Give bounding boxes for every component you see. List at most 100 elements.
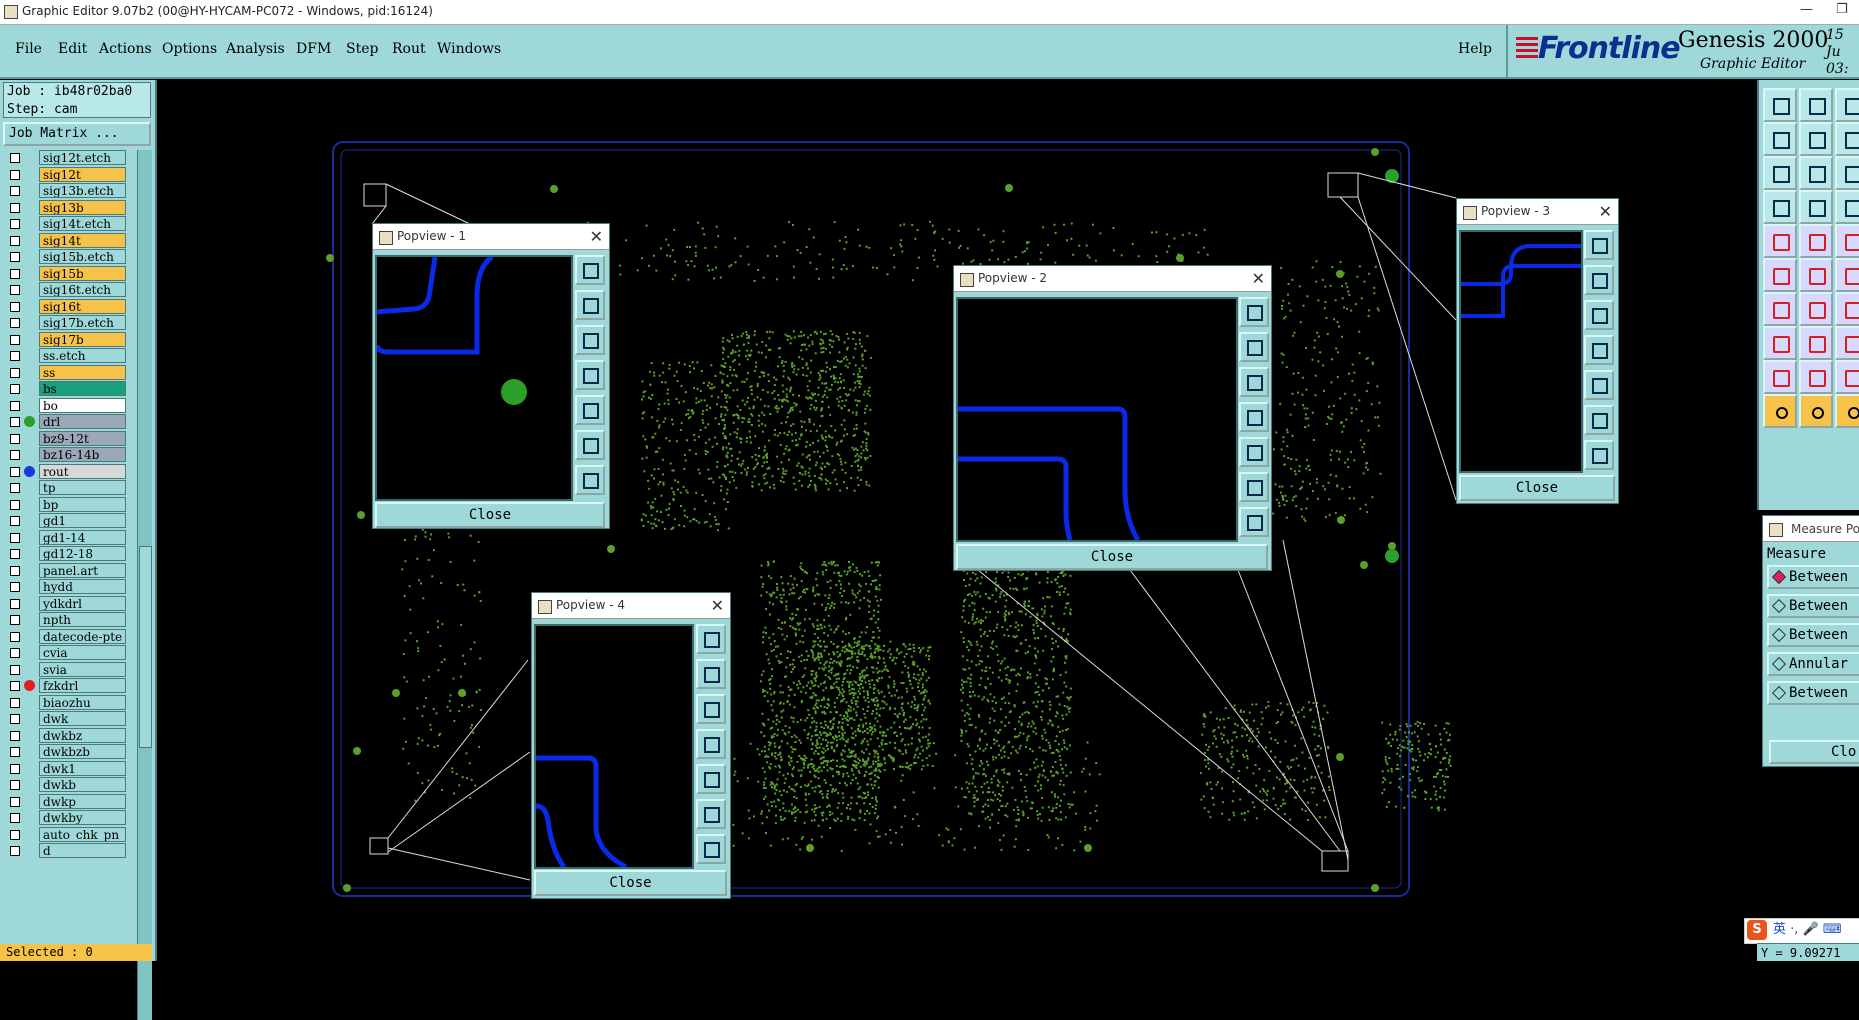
layer-checkbox[interactable] [10,500,20,510]
layer-row[interactable]: sig17b [3,332,128,347]
popview-4-close-button[interactable]: Close [534,870,727,896]
popview-3-titlebar[interactable]: Popview - 3 ✕ [1457,199,1618,225]
layer-name[interactable]: dwkp [39,794,126,809]
menu-windows[interactable]: Windows [437,41,501,57]
popview-2[interactable]: Popview - 2 ✕ Close [953,265,1272,571]
layer-checkbox[interactable] [10,417,20,427]
zoom-out-icon[interactable] [1584,440,1614,470]
layer-name[interactable]: sig15b [39,266,126,281]
zoom-in-icon[interactable] [696,799,726,829]
menu-edit[interactable]: Edit [58,41,87,57]
layer-row[interactable]: auto_chk_pn [3,827,128,842]
layer-checkbox[interactable] [10,302,20,312]
layer-checkbox[interactable] [10,714,20,724]
layer-name[interactable]: ss [39,365,126,380]
layer-row[interactable]: tp [3,480,128,495]
popview-2-close-button[interactable]: Close [956,544,1268,570]
menu-dfm[interactable]: DFM [296,41,331,57]
layer-row[interactable]: ss.etch [3,348,128,363]
layer-row[interactable]: sig13b [3,200,128,215]
layer-name[interactable]: sig13b [39,200,126,215]
zoom-out-icon[interactable] [575,465,605,495]
layer-checkbox[interactable] [10,170,20,180]
layer-name[interactable]: rout [39,464,126,479]
layer-name[interactable]: sig16t.etch [39,282,126,297]
layer-name[interactable]: bp [39,497,126,512]
layer-checkbox[interactable] [10,582,20,592]
pan-up-icon[interactable] [575,290,605,320]
popview-4-view[interactable] [534,624,694,869]
layer-checkbox[interactable] [10,747,20,757]
zoom-fit-icon[interactable] [1239,297,1269,327]
layer-name[interactable]: dwk1 [39,761,126,776]
layer-row[interactable]: sig15b.etch [3,249,128,264]
popview-2-view[interactable] [956,297,1238,542]
restore-icon[interactable]: ❐ [1836,2,1848,17]
layer-row[interactable]: sig14t.etch [3,216,128,231]
zoom-out-icon[interactable] [696,834,726,864]
layer-row[interactable]: ydkdrl [3,596,128,611]
layer-name[interactable]: sig14t.etch [39,216,126,231]
layer-name[interactable]: gd12-18 [39,546,126,561]
layer-checkbox[interactable] [10,186,20,196]
layer-name[interactable]: sig17b.etch [39,315,126,330]
menu-analysis[interactable]: Analysis [226,41,285,57]
pan-down-icon[interactable] [1239,367,1269,397]
popview-1-close-button[interactable]: Close [375,502,605,528]
layer-name[interactable]: sig12t.etch [39,150,126,165]
layer-row[interactable]: sig12t [3,167,128,182]
popview-1-view[interactable] [375,255,573,501]
layer-row[interactable]: bo [3,398,128,413]
layer-name[interactable]: cvia [39,645,126,660]
layer-name[interactable]: gd1-14 [39,530,126,545]
layer-row[interactable]: sig12t.etch [3,150,128,165]
pan-left-icon[interactable] [575,360,605,390]
layer-row[interactable]: fzkdrl [3,678,128,693]
layer-checkbox[interactable] [10,731,20,741]
layer-row[interactable]: sig16t.etch [3,282,128,297]
layer-row[interactable]: gd1 [3,513,128,528]
layer-name[interactable]: sig13b.etch [39,183,126,198]
menu-file[interactable]: File [15,41,42,57]
popview-1-titlebar[interactable]: Popview - 1 ✕ [373,224,609,250]
layer-row[interactable]: biaozhu [3,695,128,710]
layer-checkbox[interactable] [10,681,20,691]
zoom-left-icon[interactable] [1763,122,1797,156]
layer-row[interactable]: cvia [3,645,128,660]
layer-row[interactable]: dwk [3,711,128,726]
layer-name[interactable]: dwkbz [39,728,126,743]
view-bottom-icon[interactable] [1799,88,1833,122]
pan-right-icon[interactable] [1239,437,1269,467]
layer-checkbox[interactable] [10,797,20,807]
job-matrix-button[interactable]: Job Matrix ... [3,122,151,146]
layer-name[interactable]: sig14t [39,233,126,248]
layer-checkbox[interactable] [10,401,20,411]
layer-checkbox[interactable] [10,648,20,658]
layer-row[interactable]: sig14t [3,233,128,248]
layer-checkbox[interactable] [10,632,20,642]
zoom-out-icon[interactable] [1239,507,1269,537]
layer-row[interactable]: sig15b [3,266,128,281]
layer-row[interactable]: bs [3,381,128,396]
layer-name[interactable]: biaozhu [39,695,126,710]
layer-checkbox[interactable] [10,368,20,378]
pan-up-icon[interactable] [1584,265,1614,295]
minimize-icon[interactable]: — [1800,2,1813,17]
layer-name[interactable]: bz16-14b [39,447,126,462]
layer-name[interactable]: drl [39,414,126,429]
layer-row[interactable]: npth [3,612,128,627]
layer-name[interactable]: sig15b.etch [39,249,126,264]
layer-row[interactable]: bz9-12t [3,431,128,446]
zoom-grid-icon[interactable] [1835,122,1859,156]
layer-row[interactable]: sig17b.etch [3,315,128,330]
close-icon[interactable]: ✕ [711,593,724,618]
layer-row[interactable]: dwkbz [3,728,128,743]
menu-step[interactable]: Step [346,41,378,57]
layer-row[interactable]: dwkby [3,810,128,825]
layer-checkbox[interactable] [10,483,20,493]
layer-checkbox[interactable] [10,516,20,526]
pan-down-icon[interactable] [575,325,605,355]
layer-checkbox[interactable] [10,467,20,477]
layer-checkbox[interactable] [10,236,20,246]
pan-down-icon[interactable] [696,694,726,724]
